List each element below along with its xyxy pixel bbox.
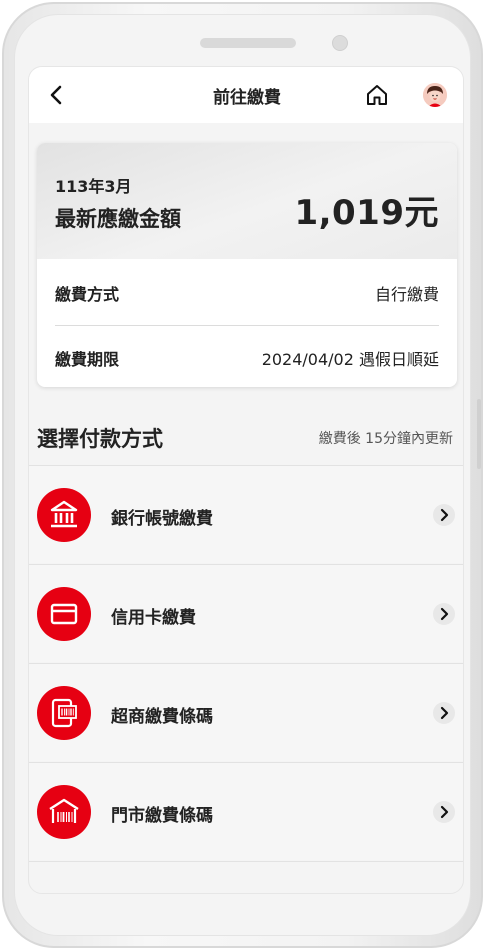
page-title: 前往繳費 (213, 88, 281, 108)
phone-barcode-icon (37, 686, 91, 740)
bank-icon (37, 488, 91, 542)
chevron-right-icon (433, 504, 455, 526)
front-camera (332, 35, 348, 51)
update-note: 繳費後 15分鐘內更新 (318, 431, 453, 447)
bill-period: 113年3月 (55, 177, 132, 196)
section-title: 選擇付款方式 (37, 427, 163, 451)
due-date-row: 繳費期限 2024/04/02 遇假日順延 (55, 326, 439, 387)
item-label: 信用卡繳費 (111, 608, 196, 628)
credit-card-icon (37, 587, 91, 641)
phone-frame: 前往繳費 113年3月 最新應繳金額 1,019元 繳費方式 自行繳費 繳費期限… (2, 2, 483, 948)
item-label: 門市繳費條碼 (111, 806, 213, 826)
home-button[interactable] (365, 83, 389, 107)
chevron-right-icon (433, 603, 455, 625)
amount-label: 最新應繳金額 (55, 207, 181, 231)
bill-card: 113年3月 最新應繳金額 1,019元 繳費方式 自行繳費 繳費期限 2024… (37, 143, 457, 387)
side-button (477, 399, 481, 469)
item-label: 銀行帳號繳費 (111, 509, 213, 529)
speaker-grille (200, 38, 296, 48)
list-item-convenience-store[interactable]: 超商繳費條碼 (29, 663, 463, 761)
item-label: 超商繳費條碼 (111, 707, 213, 727)
list-item-bank[interactable]: 銀行帳號繳費 (29, 465, 463, 563)
amount-value: 1,019元 (294, 193, 439, 233)
row-key: 繳費期限 (55, 350, 120, 369)
home-icon (367, 85, 387, 105)
store-barcode-icon (37, 785, 91, 839)
chevron-right-icon (433, 801, 455, 823)
row-value: 自行繳費 (374, 285, 439, 304)
payment-method-row: 繳費方式 自行繳費 (55, 261, 439, 325)
top-bar: 前往繳費 (29, 67, 463, 123)
list-item-credit-card[interactable]: 信用卡繳費 (29, 564, 463, 662)
avatar-button[interactable] (423, 83, 447, 107)
list-item-store-barcode[interactable]: 門市繳費條碼 (29, 762, 463, 860)
row-value: 2024/04/02 遇假日順延 (261, 350, 439, 369)
list-end-divider (29, 861, 463, 862)
bill-card-header: 113年3月 最新應繳金額 1,019元 (37, 143, 457, 259)
app-screen: 前往繳費 113年3月 最新應繳金額 1,019元 繳費方式 自行繳費 繳費期限… (28, 66, 464, 894)
avatar-icon (423, 83, 447, 107)
row-key: 繳費方式 (55, 285, 120, 304)
chevron-right-icon (433, 702, 455, 724)
